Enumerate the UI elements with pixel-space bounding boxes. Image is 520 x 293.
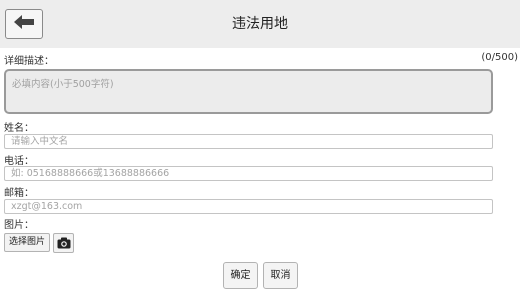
page-title: 违法用地 <box>232 16 288 32</box>
name-label: 姓名： <box>4 123 34 134</box>
photo-label: 图片： <box>4 220 34 231</box>
name-input[interactable]: 请输入中文名 <box>4 134 493 149</box>
camera-button[interactable] <box>53 233 74 253</box>
phone-label: 电话： <box>4 156 34 167</box>
description-label: 详细描述： <box>4 56 54 67</box>
email-label: 邮箱： <box>4 188 34 199</box>
char-counter: (0/500) <box>481 52 518 63</box>
select-image-button[interactable]: 选择图片 <box>4 233 50 252</box>
header-bar: 违法用地 <box>0 0 520 48</box>
cancel-button[interactable]: 取消 <box>263 262 298 289</box>
description-textarea[interactable]: 必填内容(小于500字符) <box>4 69 493 114</box>
email-input[interactable]: xzgt@163.com <box>4 199 493 214</box>
confirm-button[interactable]: 确定 <box>223 262 258 289</box>
phone-input[interactable]: 如: 05168888666或13688886666 <box>4 166 493 181</box>
camera-icon <box>57 234 71 253</box>
